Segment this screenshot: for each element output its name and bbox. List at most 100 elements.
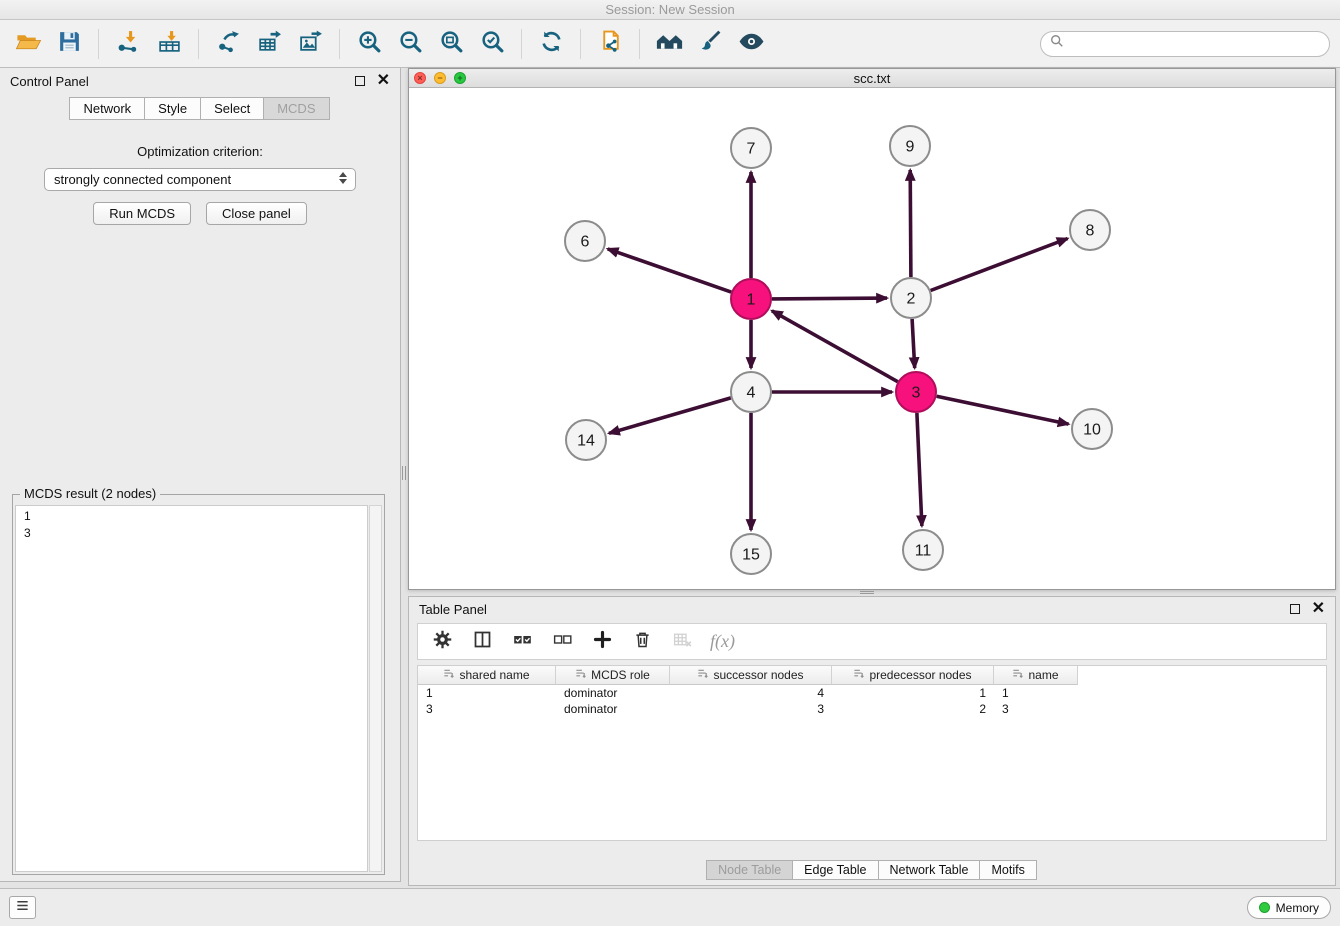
tab-network-table[interactable]: Network Table [878,860,981,880]
graph-node-14[interactable]: 14 [566,420,606,460]
splitter-grip [860,591,874,594]
delete-table-button[interactable] [670,630,694,654]
status-menu-button[interactable] [9,896,36,919]
style-brush-button[interactable] [692,27,728,61]
graph-node-2[interactable]: 2 [891,278,931,318]
duplicate-network-button[interactable] [592,27,628,61]
tab-mcds[interactable]: MCDS [263,97,329,120]
column-header-shared-name[interactable]: shared name [418,666,556,685]
float-panel-icon[interactable] [355,76,365,86]
list-icon [15,898,30,918]
tab-select[interactable]: Select [200,97,264,120]
table-cell[interactable]: 1 [994,685,1078,701]
show-graphics-details-button[interactable] [733,27,769,61]
export-network-button[interactable] [210,27,246,61]
table-row[interactable]: 1dominator411 [418,685,1326,701]
network-window-titlebar[interactable]: × − + scc.txt [409,69,1335,88]
edge-1-6[interactable] [608,249,732,292]
column-visibility-button[interactable] [470,630,494,654]
zoom-in-button[interactable] [351,27,387,61]
open-session-icon [15,29,42,59]
edge-4-14[interactable] [609,398,731,433]
vertical-splitter[interactable] [401,68,408,882]
refresh-layout-button[interactable] [533,27,569,61]
run-mcds-button[interactable]: Run MCDS [93,202,191,225]
tab-edge-table[interactable]: Edge Table [792,860,878,880]
criterion-dropdown[interactable]: strongly connected component [44,168,356,191]
tab-motifs[interactable]: Motifs [979,860,1036,880]
graph-node-6[interactable]: 6 [565,221,605,261]
column-header-predecessor-nodes[interactable]: predecessor nodes [832,666,994,685]
svg-text:9: 9 [906,139,915,156]
column-header-name[interactable]: name [994,666,1078,685]
dropdown-arrows-icon [339,172,347,184]
graph-node-1[interactable]: 1 [731,279,771,319]
open-session-button[interactable] [10,27,46,61]
table-cell[interactable]: 4 [670,685,832,701]
tab-node-table[interactable]: Node Table [706,860,793,880]
table-cell[interactable]: dominator [556,701,670,717]
search-box[interactable] [1040,31,1330,57]
deselect-all-rows-button[interactable] [550,630,574,654]
window-zoom-button[interactable]: + [454,72,466,84]
table-cell[interactable]: 3 [670,701,832,717]
table-cell[interactable]: 3 [994,701,1078,717]
float-table-panel-icon[interactable] [1290,604,1300,614]
column-header-MCDS-role[interactable]: MCDS role [556,666,670,685]
zoom-fit-button[interactable] [433,27,469,61]
window-minimize-button[interactable]: − [434,72,446,84]
graph-node-3[interactable]: 3 [896,372,936,412]
edge-3-11[interactable] [917,413,922,526]
table-cell[interactable]: 1 [832,685,994,701]
zoom-out-button[interactable] [392,27,428,61]
graph-node-4[interactable]: 4 [731,372,771,412]
save-session-button[interactable] [51,27,87,61]
close-panel-button[interactable]: Close panel [206,202,307,225]
network-overview-button[interactable] [651,27,687,61]
window-close-button[interactable]: × [414,72,426,84]
network-canvas[interactable]: 7 9 6 8 1 2 4 3 14 10 15 11 [409,88,1335,588]
table-cell[interactable]: dominator [556,685,670,701]
graph-node-7[interactable]: 7 [731,128,771,168]
edge-3-10[interactable] [937,396,1069,424]
toolbar-separator [339,29,340,59]
edge-2-8[interactable] [931,239,1068,291]
import-table-button[interactable] [151,27,187,61]
select-all-rows-button[interactable] [510,630,534,654]
add-row-button[interactable] [590,630,614,654]
mcds-result-list[interactable]: 13 [15,505,368,872]
edge-3-1[interactable] [772,311,898,382]
graph-node-11[interactable]: 11 [903,530,943,570]
export-image-button[interactable] [292,27,328,61]
zoom-selected-button[interactable] [474,27,510,61]
network-canvas-svg[interactable]: 7 9 6 8 1 2 4 3 14 10 15 11 [409,88,1335,588]
graph-node-9[interactable]: 9 [890,126,930,166]
table-panel-title: Table Panel [419,602,487,617]
result-scrollbar[interactable] [369,505,382,872]
svg-text:14: 14 [577,433,595,450]
edge-2-3[interactable] [912,319,915,368]
graph-node-15[interactable]: 15 [731,534,771,574]
table-cell[interactable]: 3 [418,701,556,717]
table-cell[interactable]: 1 [418,685,556,701]
tab-network[interactable]: Network [69,97,145,120]
column-header-successor-nodes[interactable]: successor nodes [670,666,832,685]
table-cell[interactable]: 2 [832,701,994,717]
delete-row-button[interactable] [630,630,654,654]
save-session-icon [56,29,83,59]
memory-button[interactable]: Memory [1247,896,1331,919]
table-settings-button[interactable] [430,630,454,654]
table-row[interactable]: 3dominator323 [418,701,1326,717]
function-builder-button[interactable]: f(x) [710,631,735,652]
graph-node-8[interactable]: 8 [1070,210,1110,250]
close-panel-icon[interactable]: ✕ [377,73,390,89]
graph-node-10[interactable]: 10 [1072,409,1112,449]
import-network-button[interactable] [110,27,146,61]
tab-style[interactable]: Style [144,97,201,120]
close-table-panel-icon[interactable]: ✕ [1312,601,1325,617]
edge-1-2[interactable] [772,298,887,299]
search-input[interactable] [1069,36,1320,51]
edge-2-9[interactable] [910,170,911,277]
toolbar-separator [521,29,522,59]
export-table-button[interactable] [251,27,287,61]
